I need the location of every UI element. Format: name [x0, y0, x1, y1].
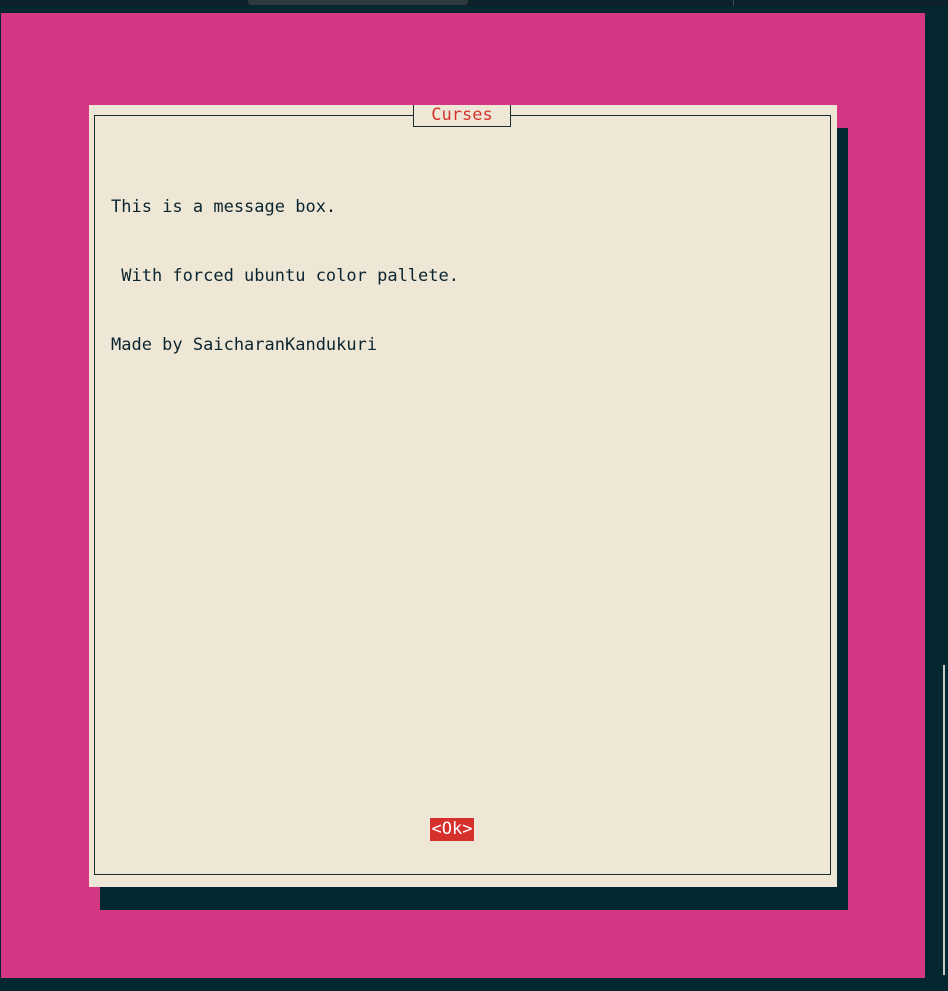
- ok-button[interactable]: <Ok>: [430, 818, 474, 841]
- terminal-top-bar: [0, 0, 948, 6]
- message-line: Made by SaicharanKandukuri: [111, 335, 378, 355]
- message-line: This is a message box.: [111, 197, 337, 217]
- message-text: This is a message box. With forced ubunt…: [111, 150, 459, 403]
- message-box-dialog: Curses This is a message box. With force…: [89, 105, 837, 887]
- dialog-title: Curses: [431, 105, 493, 125]
- terminal-window: Curses This is a message box. With force…: [0, 0, 948, 991]
- dialog-title-box: Curses: [413, 105, 511, 127]
- message-line: With forced ubuntu color pallete.: [111, 266, 459, 286]
- top-bar-divider: [733, 0, 734, 6]
- scrollbar[interactable]: [943, 665, 945, 975]
- terminal-tab[interactable]: [248, 0, 468, 5]
